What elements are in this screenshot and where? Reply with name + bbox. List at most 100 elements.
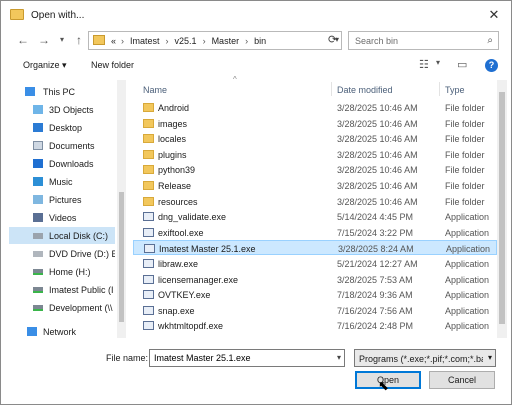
column-header-type[interactable]: Type (445, 85, 465, 95)
nav-item-label: Desktop (49, 123, 83, 133)
chevron-right-icon: › (245, 36, 249, 46)
nav-item-dvd-drive[interactable]: DVD Drive (D:) E (9, 245, 115, 262)
scrollbar-thumb[interactable] (499, 92, 505, 324)
file-name: snap.exe (158, 305, 195, 316)
file-row[interactable]: dng_validate.exe 5/14/2024 4:45 PM Applica… (133, 209, 497, 224)
file-date: 3/28/2025 10:46 AM (337, 181, 418, 191)
chevron-down-icon[interactable]: ▾ (488, 353, 492, 362)
file-date: 3/28/2025 10:46 AM (337, 149, 418, 160)
nav-item-network[interactable]: Network (9, 323, 115, 340)
documents-icon (33, 141, 43, 150)
drive-icon (33, 233, 43, 239)
nav-item-label: Imatest Public (I (49, 285, 114, 295)
file-row[interactable]: images 3/28/2025 10:46 AM File folder (133, 116, 497, 131)
search-field[interactable]: Search bin ⌕ (348, 31, 499, 50)
file-row[interactable]: python39 3/28/2025 10:46 AM File folder (133, 162, 497, 177)
nav-item-pictures[interactable]: Pictures (9, 191, 115, 208)
breadcrumb-item[interactable]: v25.1 (175, 36, 197, 46)
help-icon[interactable]: ? (485, 59, 498, 72)
open-with-dialog: Open with... ✕ ← → ▾ ↑ « › Imatest › v25… (0, 0, 512, 405)
nav-item-local-disk[interactable]: Local Disk (C:) (9, 227, 115, 244)
file-type-select[interactable]: Programs (*.exe;*.pif;*.com;*.bat ▾ (354, 349, 496, 367)
cancel-button[interactable]: Cancel (429, 371, 495, 389)
column-header-name[interactable]: Name (143, 85, 167, 95)
file-row[interactable]: snap.exe 7/16/2024 7:56 AM Application (133, 303, 497, 318)
nav-item-music[interactable]: Music (9, 173, 115, 190)
nav-item-development[interactable]: Development (\\ (9, 299, 115, 316)
file-row[interactable]: libraw.exe 5/21/2024 12:27 AM Application (133, 256, 497, 271)
nav-item-videos[interactable]: Videos (9, 209, 115, 226)
file-date: 3/28/2025 10:46 AM (337, 103, 418, 113)
nav-item-imatest-public[interactable]: Imatest Public (I (9, 281, 115, 298)
breadcrumb-item[interactable]: Master (212, 36, 240, 46)
dvd-icon (33, 251, 43, 257)
new-folder-button[interactable]: New folder (91, 60, 134, 70)
scrollbar-thumb[interactable] (119, 192, 124, 322)
file-row[interactable]: OVTKEY.exe 7/18/2024 9:36 AM Application (133, 287, 497, 302)
nav-item-label: Development (\\ (49, 303, 113, 313)
chevron-down-icon[interactable]: ▾ (337, 353, 341, 362)
desktop-icon (33, 123, 43, 132)
file-type: File folder (445, 149, 485, 160)
column-divider[interactable] (331, 82, 332, 96)
file-type: File folder (445, 181, 485, 191)
file-row[interactable]: exiftool.exe 7/15/2024 3:22 PM Application (133, 225, 497, 240)
nav-item-documents[interactable]: Documents (9, 137, 115, 154)
up-arrow-icon[interactable]: ↑ (71, 32, 87, 48)
nav-item-this-pc[interactable]: This PC (9, 83, 115, 100)
file-name: Imatest Master 25.1.exe (159, 244, 256, 255)
chevron-down-icon[interactable]: ▾ (436, 58, 440, 67)
file-row[interactable]: Android 3/28/2025 10:46 AM File folder (133, 100, 497, 115)
file-name: libraw.exe (158, 259, 199, 269)
close-button[interactable]: ✕ (485, 6, 503, 24)
file-row[interactable]: plugins 3/28/2025 10:46 AM File folder (133, 147, 497, 162)
forward-arrow-icon[interactable]: → (36, 32, 52, 48)
column-divider[interactable] (439, 82, 440, 96)
file-date: 3/28/2025 8:24 AM (338, 244, 414, 255)
refresh-icon[interactable]: ⟳ (328, 33, 337, 46)
folder-icon (143, 134, 154, 144)
file-date: 3/28/2025 10:46 AM (337, 134, 418, 145)
file-row[interactable]: locales 3/28/2025 10:46 AM File folder (133, 131, 497, 146)
file-type: Application (445, 290, 490, 301)
file-date: 7/15/2024 3:22 PM (337, 227, 414, 238)
nav-item-label: Documents (49, 141, 95, 151)
search-icon: ⌕ (487, 35, 493, 46)
file-name-field[interactable]: ▾ (149, 349, 345, 367)
breadcrumb-overflow[interactable]: « (111, 36, 116, 46)
nav-item-desktop[interactable]: Desktop (9, 119, 115, 136)
file-name-input[interactable] (150, 350, 330, 366)
file-list-scrollbar[interactable] (497, 80, 507, 338)
chevron-right-icon: › (121, 36, 125, 46)
objects-3d-icon (33, 105, 43, 114)
file-row[interactable]: Imatest Master 25.1.exe 3/28/2025 8:24 AM… (133, 240, 497, 256)
network-drive-icon (33, 305, 43, 311)
file-type: File folder (445, 134, 485, 145)
file-row[interactable]: resources 3/28/2025 10:46 AM File folder (133, 194, 497, 209)
title-bar: Open with... ✕ (1, 1, 511, 29)
file-row[interactable]: Release 3/28/2025 10:46 AM File folder (133, 178, 497, 193)
nav-item-label: Music (49, 177, 73, 187)
nav-item-downloads[interactable]: Downloads (9, 155, 115, 172)
breadcrumb-item[interactable]: Imatest (130, 36, 160, 46)
nav-item-3d-objects[interactable]: 3D Objects (9, 101, 115, 118)
back-arrow-icon[interactable]: ← (15, 32, 31, 48)
nav-item-label: Network (43, 327, 77, 337)
folder-icon (143, 165, 154, 175)
preview-pane-icon[interactable]: ▭ (457, 58, 467, 71)
application-icon (143, 259, 154, 268)
file-type: Application (445, 259, 490, 269)
recent-locations-chevron-icon[interactable]: ▾ (54, 32, 70, 48)
application-icon (143, 212, 154, 222)
file-row[interactable]: licensemanager.exe 3/28/2025 7:53 AM Appli… (133, 272, 497, 287)
organize-button[interactable]: Organize ▾ (23, 60, 67, 71)
nav-pane-scrollbar[interactable] (117, 80, 126, 338)
view-options-icon[interactable]: ☷ (419, 58, 429, 71)
file-type: Application (446, 244, 491, 255)
column-header-date[interactable]: Date modified (337, 85, 393, 95)
folder-icon (93, 35, 105, 45)
address-bar[interactable]: « › Imatest › v25.1 › Master › bin ▾ (88, 31, 342, 50)
breadcrumb-item[interactable]: bin (254, 36, 266, 46)
file-row[interactable]: wkhtmltopdf.exe 7/16/2024 2:48 PM Applicat… (133, 318, 497, 333)
nav-item-home-drive[interactable]: Home (H:) (9, 263, 115, 280)
